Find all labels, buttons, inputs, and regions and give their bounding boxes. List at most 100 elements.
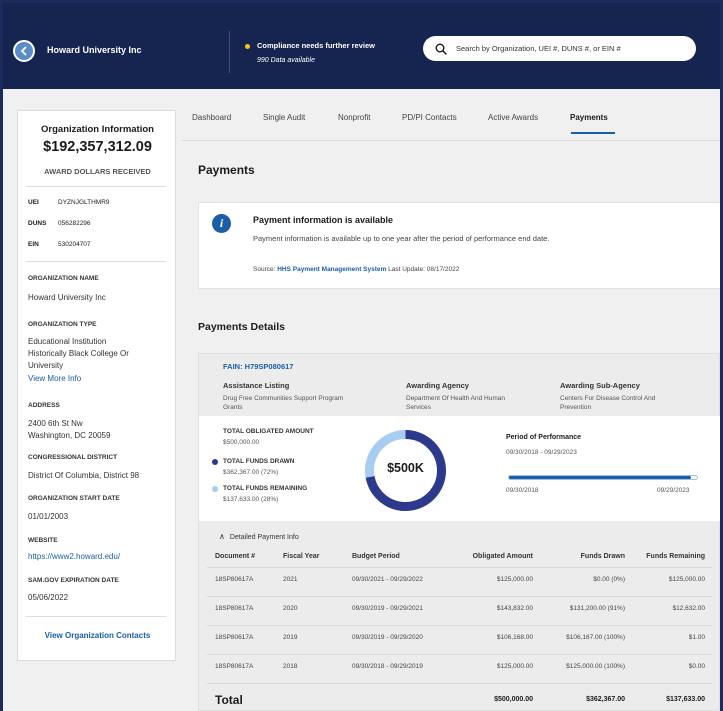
active-tab-indicator — [571, 132, 615, 134]
table-cell: $143,832.00 — [496, 605, 533, 612]
start-date-label: ORGANIZATION START DATE — [28, 495, 120, 502]
table-cell: $125,000.00 — [496, 663, 533, 670]
source-link[interactable]: HHS Payment Management System — [277, 266, 386, 273]
uei-label: UEI — [28, 199, 39, 206]
agency-value-2: Services — [406, 404, 431, 411]
address-label: ADDRESS — [28, 402, 60, 409]
district-value: District Of Columbia, District 98 — [28, 471, 140, 480]
table-cell: 09/30/2019 - 09/29/2020 — [352, 634, 423, 641]
info-title: Payment information is available — [253, 215, 394, 225]
obligated-label: TOTAL OBLIGATED AMOUNT — [223, 428, 314, 435]
total-drawn: $362,367.00 — [586, 696, 625, 703]
sam-expiration-label: SAM.GOV EXPIRATION DATE — [28, 577, 119, 584]
district-label: CONGRESSIONAL DISTRICT — [28, 454, 118, 461]
divider — [26, 261, 166, 262]
tab-nonprofit[interactable]: Nonprofit — [338, 113, 370, 122]
award-amount-label: AWARD DOLLARS RECEIVED — [44, 167, 151, 176]
org-type-value-1: Educational Institution — [28, 337, 107, 346]
toggle-label: Detailed Payment Info — [229, 534, 299, 541]
listing-value-2: Grants — [223, 404, 243, 411]
uei-row: UEI DYZNJGLTHMR9 — [28, 199, 110, 206]
remaining-value: $137,633.00 (28%) — [223, 496, 279, 503]
website-link[interactable]: https://www2.howard.edu/ — [28, 552, 120, 561]
app-frame: Howard University Inc Compliance needs f… — [3, 3, 720, 711]
tabs-divider — [181, 140, 720, 141]
start-date-value: 01/01/2003 — [28, 512, 69, 521]
pop-progress-fill — [509, 476, 692, 479]
org-type-value-3: University — [28, 361, 64, 370]
tab-active-awards[interactable]: Active Awards — [488, 113, 538, 122]
col-header-obligated: Obligated Amount — [472, 553, 533, 560]
info-alert: i Payment information is available Payme… — [198, 202, 720, 289]
total-remaining: $137,633.00 — [666, 696, 705, 703]
chevron-left-icon — [20, 46, 27, 56]
table-cell: $125,000.00 (100%) — [566, 663, 625, 670]
table-cell: 18SP80617A — [215, 634, 254, 641]
pop-end-date: 09/29/2023 — [657, 487, 690, 494]
table-cell: $106,168.00 — [496, 634, 533, 641]
sidebar-title: Organization Information — [41, 124, 154, 135]
org-type-value-2: Historically Black College Or — [28, 349, 129, 358]
table-cell: 09/30/2018 - 09/29/2019 — [352, 663, 423, 670]
row-divider — [207, 596, 712, 597]
table-cell: 2020 — [283, 605, 298, 612]
subagency-label: Awarding Sub-Agency — [560, 381, 640, 390]
ein-row: EIN 530204707 — [28, 241, 91, 248]
sam-expiration-value: 05/06/2022 — [28, 593, 69, 602]
pop-title: Period of Performance — [506, 434, 582, 441]
compliance-status: Compliance needs further review — [245, 41, 375, 50]
row-divider — [207, 625, 712, 626]
info-icon: i — [212, 214, 231, 233]
compliance-text: Compliance needs further review — [257, 41, 375, 50]
table-cell: $0.00 (0%) — [593, 576, 625, 583]
agency-value-1: Department Of Health And Human — [406, 395, 505, 402]
duns-value: 056282296 — [58, 220, 91, 227]
address-line-2: Washington, DC 20059 — [28, 431, 111, 440]
fain-link[interactable]: FAIN: H79SP080617 — [223, 362, 293, 371]
search-input[interactable] — [456, 44, 676, 53]
award-card: FAIN: H79SP080617 Assistance Listing Dru… — [198, 353, 720, 711]
chevron-up-icon: ∧ — [219, 532, 225, 541]
table-cell: $125,000.00 — [496, 576, 533, 583]
source-prefix: Source: — [253, 266, 276, 273]
view-contacts-link[interactable]: View Organization Contacts — [18, 631, 177, 640]
address-line-1: 2400 6th St Nw — [28, 419, 83, 428]
pop-range: 09/30/2018 - 09/29/2023 — [506, 449, 577, 456]
info-source: Source: HHS Payment Management System La… — [253, 266, 459, 273]
header-divider — [229, 31, 230, 73]
ein-label: EIN — [28, 241, 39, 248]
last-update: Last Update: 08/17/2022 — [388, 266, 460, 273]
table-cell: 2021 — [283, 576, 298, 583]
subagency-value-2: Prevention — [560, 404, 592, 411]
tab-single-audit[interactable]: Single Audit — [263, 113, 305, 122]
table-cell: 09/30/2019 - 09/29/2021 — [352, 605, 423, 612]
ein-value: 530204707 — [58, 241, 91, 248]
table-cell: $125,000.00 — [668, 576, 705, 583]
total-obligated: $500,000.00 — [494, 696, 533, 703]
page-title: Payments — [198, 163, 255, 177]
back-button[interactable] — [13, 40, 35, 62]
award-amount: $192,357,312.09 — [43, 139, 152, 155]
duns-label: DUNS — [28, 220, 47, 227]
col-header-funds-remaining: Funds Remaining — [646, 553, 705, 560]
warning-dot-icon — [245, 43, 250, 49]
table-cell: $131,200.00 (91%) — [569, 605, 625, 612]
remaining-legend-dot — [212, 486, 218, 492]
tab-dashboard[interactable]: Dashboard — [192, 113, 231, 122]
col-header-document: Document # — [215, 553, 256, 560]
tab-pd-pi-contacts[interactable]: PD/PI Contacts — [402, 113, 457, 122]
website-label: WEBSITE — [28, 537, 58, 544]
row-divider — [207, 683, 712, 684]
search-box[interactable] — [423, 36, 696, 61]
table-cell: 2018 — [283, 663, 298, 670]
view-more-info-link[interactable]: View More Info — [28, 374, 81, 383]
table-cell: 09/30/2021 - 09/29/2022 — [352, 576, 423, 583]
pop-progress-bar — [508, 475, 698, 480]
detailed-payment-toggle[interactable]: ∧ Detailed Payment Info — [219, 532, 299, 541]
org-type-label: ORGANIZATION TYPE — [28, 321, 97, 328]
col-header-budget-period: Budget Period — [352, 553, 400, 560]
org-name-label: ORGANIZATION NAME — [28, 275, 99, 282]
drawn-label: TOTAL FUNDS DRAWN — [223, 458, 295, 465]
tab-payments[interactable]: Payments — [570, 113, 608, 122]
donut-center-label: $500K — [387, 461, 424, 475]
